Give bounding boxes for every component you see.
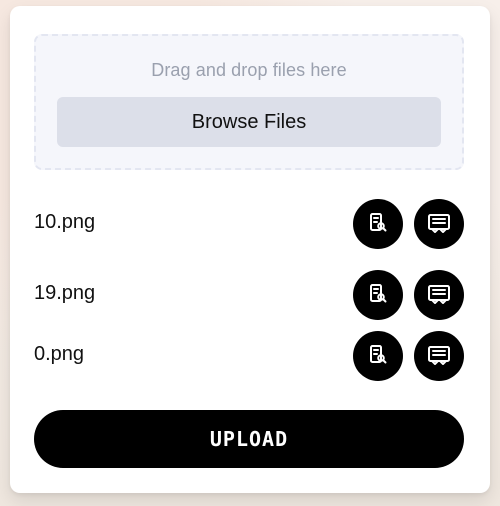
message-caption-icon [426, 282, 452, 309]
upload-button[interactable]: UPLOAD [34, 410, 464, 468]
document-search-icon [366, 282, 390, 309]
file-row: 10.png [34, 199, 464, 249]
caption-file-button[interactable] [414, 270, 464, 320]
preview-file-button[interactable] [353, 331, 403, 381]
file-name: 10.png [34, 211, 96, 233]
file-row: 0.png [34, 331, 464, 381]
dropzone[interactable]: Drag and drop files here Browse Files [34, 34, 464, 170]
browse-files-button[interactable]: Browse Files [57, 97, 441, 147]
file-name: 19.png [34, 282, 96, 304]
preview-file-button[interactable] [353, 199, 403, 249]
file-name: 0.png [34, 343, 85, 365]
caption-file-button[interactable] [414, 331, 464, 381]
caption-file-button[interactable] [414, 199, 464, 249]
upload-card: Drag and drop files here Browse Files 10… [10, 6, 490, 493]
preview-file-button[interactable] [353, 270, 403, 320]
message-caption-icon [426, 343, 452, 370]
file-row: 19.png [34, 270, 464, 320]
dropzone-hint: Drag and drop files here [151, 60, 347, 80]
document-search-icon [366, 211, 390, 238]
message-caption-icon [426, 211, 452, 238]
document-search-icon [366, 343, 390, 370]
